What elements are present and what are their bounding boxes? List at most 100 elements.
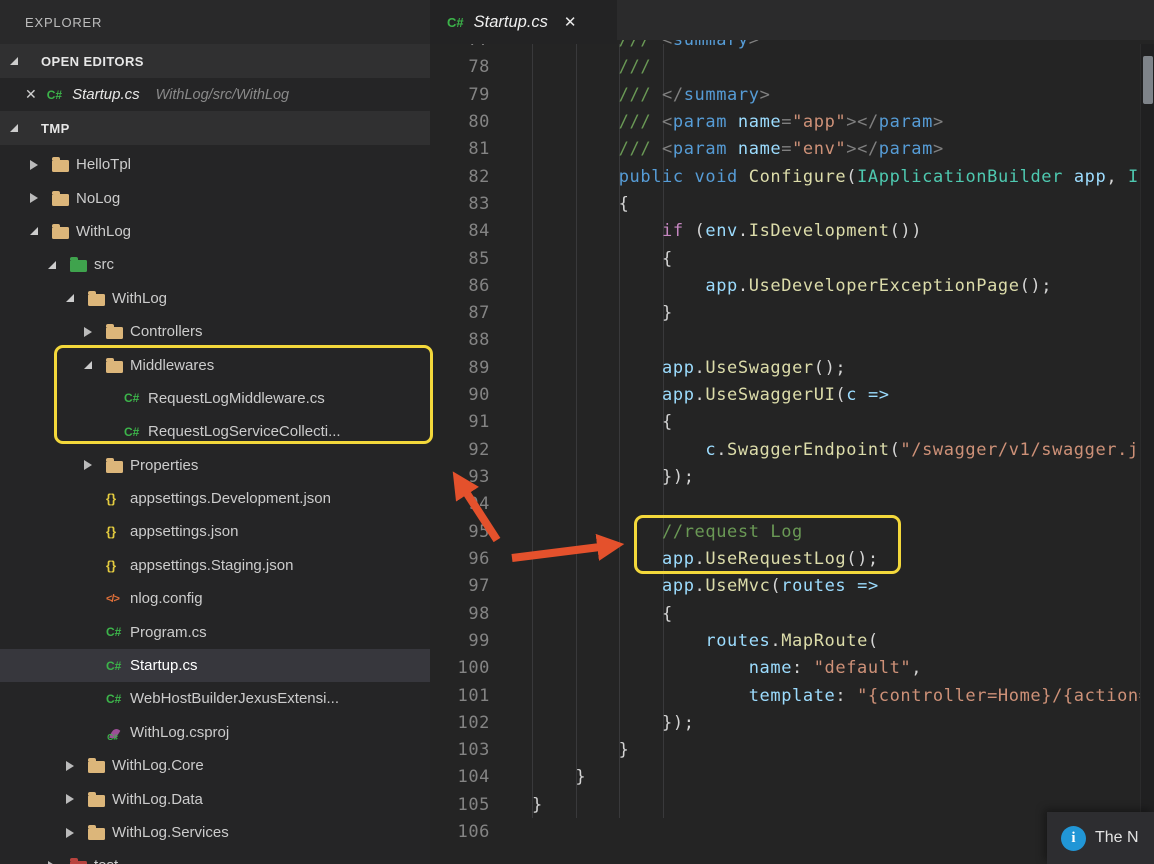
chevron-expanded-icon[interactable] [66,294,88,302]
open-editors-header[interactable]: OPEN EDITORS [0,44,430,78]
tree-item-nlog-config[interactable]: </>nlog.config [0,582,430,615]
chevron-collapsed-icon[interactable] [84,327,106,337]
line-number[interactable]: 102 [430,713,490,733]
line-number[interactable]: 91 [430,412,490,432]
line-number[interactable]: 86 [430,276,490,296]
code-line-91[interactable]: 91 { [430,409,1154,436]
tree-item-test[interactable]: test [0,849,430,864]
code-line-85[interactable]: 85 { [430,245,1154,272]
tree-item-withlog[interactable]: WithLog [0,215,430,248]
code-line-87[interactable]: 87 } [430,300,1154,327]
line-number[interactable]: 84 [430,221,490,241]
code-line-81[interactable]: 81 /// <param name="env"></param> [430,136,1154,163]
tree-item-withlog-core[interactable]: WithLog.Core [0,749,430,782]
code-line-90[interactable]: 90 app.UseSwaggerUI(c => [430,381,1154,408]
scrollbar-thumb[interactable] [1143,56,1153,104]
line-number[interactable]: 95 [430,522,490,542]
line-number[interactable]: 97 [430,576,490,596]
line-number[interactable]: 100 [430,658,490,678]
tree-item-requestlogservicecollecti[interactable]: C#RequestLogServiceCollecti... [0,415,430,448]
tree-item-withlog-csproj[interactable]: C#WithLog.csproj [0,716,430,749]
code-area[interactable]: 77 /// <summary>78 ///79 /// </summary>8… [430,26,1154,845]
line-number[interactable]: 103 [430,740,490,760]
chevron-expanded-icon[interactable] [84,361,106,369]
line-number[interactable]: 99 [430,631,490,651]
workspace-section-header[interactable]: TMP [0,111,430,145]
tree-item-appsettings-json[interactable]: {}appsettings.json [0,515,430,548]
tree-item-properties[interactable]: Properties [0,449,430,482]
tree-item-appsettings-staging-json[interactable]: {}appsettings.Staging.json [0,549,430,582]
line-number[interactable]: 106 [430,822,490,842]
code-line-105[interactable]: 105} [430,791,1154,818]
line-number[interactable]: 98 [430,604,490,624]
line-number[interactable]: 105 [430,795,490,815]
chevron-expanded-icon[interactable] [30,227,52,235]
line-number[interactable]: 104 [430,767,490,787]
code-line-97[interactable]: 97 app.UseMvc(routes => [430,573,1154,600]
tree-item-program-cs[interactable]: C#Program.cs [0,615,430,648]
chevron-collapsed-icon[interactable] [30,193,52,203]
tree-item-startup-cs[interactable]: C#Startup.cs [0,649,430,682]
line-number[interactable]: 82 [430,167,490,187]
tree-item-controllers[interactable]: Controllers [0,315,430,348]
code-line-102[interactable]: 102 }); [430,709,1154,736]
code-line-94[interactable]: 94 [430,491,1154,518]
tree-item-middlewares[interactable]: Middlewares [0,348,430,381]
chevron-collapsed-icon[interactable] [84,460,106,470]
open-editor-item-startup-cs[interactable]: ✕ C# Startup.cs WithLog/src/WithLog [0,78,430,111]
line-number[interactable]: 89 [430,358,490,378]
line-number[interactable]: 90 [430,385,490,405]
notification-toast[interactable]: i The N [1047,812,1154,864]
code-line-86[interactable]: 86 app.UseDeveloperExceptionPage(); [430,272,1154,299]
tree-item-nolog[interactable]: NoLog [0,181,430,214]
chevron-collapsed-icon[interactable] [30,160,52,170]
code-line-89[interactable]: 89 app.UseSwagger(); [430,354,1154,381]
line-number[interactable]: 80 [430,112,490,132]
line-number[interactable]: 101 [430,686,490,706]
line-number[interactable]: 94 [430,494,490,514]
code-line-84[interactable]: 84 if (env.IsDevelopment()) [430,218,1154,245]
tree-item-withlog-services[interactable]: WithLog.Services [0,816,430,849]
line-number[interactable]: 85 [430,249,490,269]
code-line-93[interactable]: 93 }); [430,463,1154,490]
chevron-expanded-icon[interactable] [48,261,70,269]
tab-startup-cs[interactable]: C# Startup.cs ✕ [430,0,617,44]
code-line-78[interactable]: 78 /// [430,54,1154,81]
line-number[interactable]: 87 [430,303,490,323]
code-line-96[interactable]: 96 app.UseRequestLog(); [430,545,1154,572]
line-number[interactable]: 81 [430,139,490,159]
line-number[interactable]: 79 [430,85,490,105]
code-line-95[interactable]: 95 //request Log [430,518,1154,545]
code-line-104[interactable]: 104 } [430,764,1154,791]
line-number[interactable]: 83 [430,194,490,214]
tree-item-hellotpl[interactable]: HelloTpl [0,148,430,181]
code-line-88[interactable]: 88 [430,327,1154,354]
line-number[interactable]: 88 [430,330,490,350]
code-line-103[interactable]: 103 } [430,737,1154,764]
editor-scrollbar[interactable] [1140,44,1154,864]
code-line-80[interactable]: 80 /// <param name="app"></param> [430,108,1154,135]
code-line-101[interactable]: 101 template: "{controller=Home}/{action… [430,682,1154,709]
code-line-98[interactable]: 98 { [430,600,1154,627]
chevron-collapsed-icon[interactable] [66,761,88,771]
tree-item-requestlogmiddleware-cs[interactable]: C#RequestLogMiddleware.cs [0,382,430,415]
tree-item-webhostbuilderjexusextensi[interactable]: C#WebHostBuilderJexusExtensi... [0,682,430,715]
line-number[interactable]: 92 [430,440,490,460]
line-number[interactable]: 96 [430,549,490,569]
chevron-collapsed-icon[interactable] [66,828,88,838]
code-line-106[interactable]: 106 [430,818,1154,845]
tree-item-src[interactable]: src [0,248,430,281]
code-line-82[interactable]: 82 public void Configure(IApplicationBui… [430,163,1154,190]
chevron-collapsed-icon[interactable] [66,794,88,804]
tree-item-appsettings-development-json[interactable]: {}appsettings.Development.json [0,482,430,515]
code-line-99[interactable]: 99 routes.MapRoute( [430,627,1154,654]
tree-item-withlog[interactable]: WithLog [0,282,430,315]
tab-close-icon[interactable]: ✕ [564,13,577,31]
tree-item-withlog-data[interactable]: WithLog.Data [0,782,430,815]
code-line-100[interactable]: 100 name: "default", [430,655,1154,682]
code-line-79[interactable]: 79 /// </summary> [430,81,1154,108]
code-line-83[interactable]: 83 { [430,190,1154,217]
line-number[interactable]: 93 [430,467,490,487]
close-editor-icon[interactable]: ✕ [25,86,37,103]
line-number[interactable]: 78 [430,57,490,77]
